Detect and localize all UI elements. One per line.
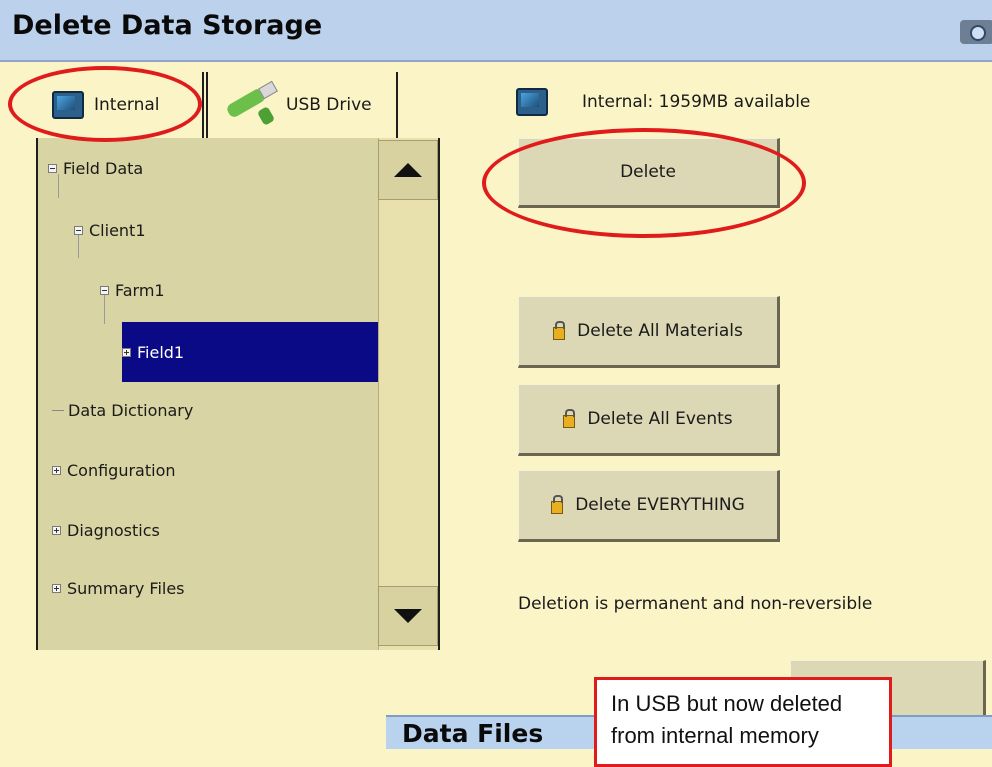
lock-icon xyxy=(551,494,564,514)
tree-item-summary-files[interactable]: Summary Files xyxy=(52,558,187,618)
tree-item-client1[interactable]: Client1 xyxy=(74,200,148,260)
title-bar: Delete Data Storage xyxy=(0,0,992,62)
delete-all-events-button[interactable]: Delete All Events xyxy=(518,384,780,456)
internal-storage-icon xyxy=(52,91,84,119)
tree-item-configuration[interactable]: Configuration xyxy=(52,440,178,500)
scroll-down-button[interactable] xyxy=(378,586,438,646)
expand-icon[interactable] xyxy=(52,525,61,535)
tree-item-field-data[interactable]: Field Data xyxy=(48,138,145,198)
window-title: Delete Data Storage xyxy=(12,10,323,41)
delete-everything-button[interactable]: Delete EVERYTHING xyxy=(518,470,780,542)
tree-item-farm1[interactable]: Farm1 xyxy=(100,260,167,320)
delete-all-materials-button[interactable]: Delete All Materials xyxy=(518,296,780,368)
tab-usb-drive[interactable]: USB Drive xyxy=(206,72,398,138)
lock-icon xyxy=(563,408,576,428)
arrow-up-icon xyxy=(394,163,422,177)
tab-usb-label: USB Drive xyxy=(286,95,372,115)
data-files-title: Data Files xyxy=(402,719,544,748)
lock-icon xyxy=(553,320,566,340)
storage-status: Internal: 1959MB available xyxy=(516,88,810,116)
scroll-up-button[interactable] xyxy=(378,140,438,200)
tab-internal[interactable]: Internal xyxy=(12,72,204,138)
arrow-down-icon xyxy=(394,609,422,623)
collapse-icon[interactable] xyxy=(48,163,57,173)
file-tree[interactable]: Field Data Client1 Farm1 Field1 Data Dic… xyxy=(36,138,440,650)
deletion-warning: Deletion is permanent and non-reversible xyxy=(518,594,873,614)
expand-icon[interactable] xyxy=(52,465,61,475)
usb-drive-icon xyxy=(222,80,278,126)
scrollbar-track[interactable] xyxy=(378,138,438,650)
tab-internal-label: Internal xyxy=(94,95,160,115)
collapse-icon[interactable] xyxy=(100,285,109,295)
internal-storage-icon xyxy=(516,88,548,116)
delete-button[interactable]: Delete xyxy=(518,138,780,208)
expand-icon[interactable] xyxy=(52,583,61,593)
tree-item-data-dictionary[interactable]: Data Dictionary xyxy=(52,380,195,440)
tree-item-diagnostics[interactable]: Diagnostics xyxy=(52,500,162,560)
expand-icon[interactable] xyxy=(122,347,131,357)
collapse-icon[interactable] xyxy=(74,225,83,235)
camera-icon[interactable] xyxy=(960,20,992,44)
annotation-callout: In USB but now deleted from internal mem… xyxy=(594,677,892,767)
tree-item-field1[interactable]: Field1 xyxy=(122,322,382,382)
storage-status-text: Internal: 1959MB available xyxy=(582,92,811,112)
